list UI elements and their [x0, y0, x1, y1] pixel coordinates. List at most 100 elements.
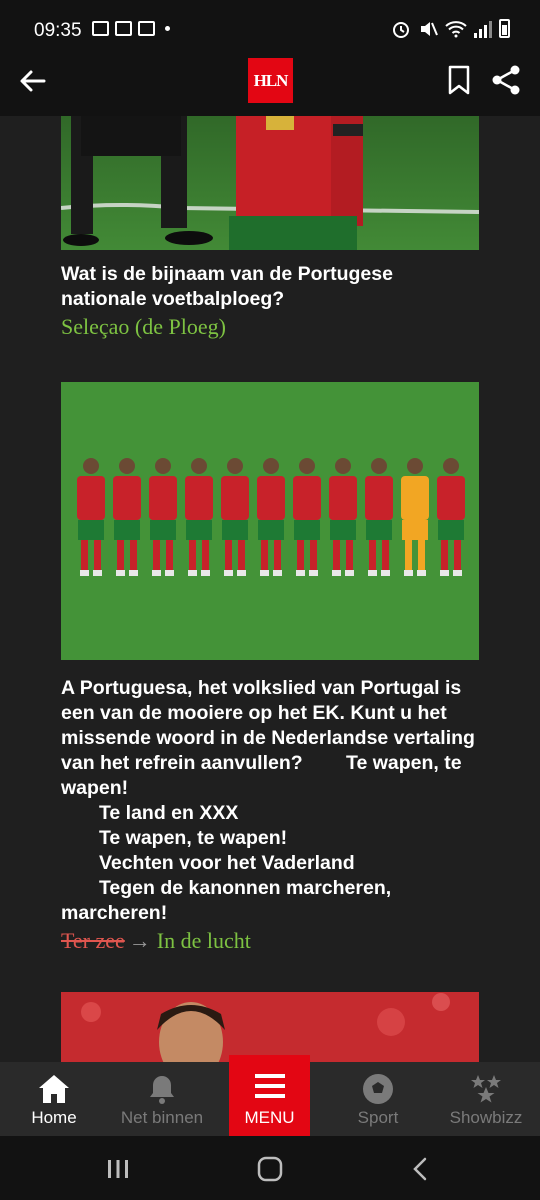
player-figure [417, 570, 426, 576]
player-figure [225, 540, 232, 570]
article-content[interactable]: Wat is de bijnaam van de Portugese natio… [0, 116, 540, 1062]
player-figure [227, 458, 243, 474]
signal-icon [474, 20, 492, 38]
player-figure [186, 520, 212, 540]
player-figure [258, 520, 284, 540]
player-figure [221, 476, 249, 520]
share-icon[interactable] [490, 64, 522, 96]
nav-sport[interactable]: Sport [324, 1062, 432, 1136]
player-figure [366, 520, 392, 540]
player-figure [224, 570, 233, 576]
player-figure [150, 520, 176, 540]
correct-answer: In de lucht [156, 928, 251, 953]
nav-showbizz[interactable]: Showbizz [432, 1062, 540, 1136]
home-button-icon[interactable] [256, 1156, 284, 1182]
bottom-navigation: Home Net binnen MENU Sport Showbizz [0, 1055, 540, 1136]
question-text: A Portuguesa, het volkslied van Portugal… [61, 677, 475, 924]
app-bar: HLN [0, 50, 540, 116]
player-figure [130, 540, 137, 570]
player-figure [440, 570, 449, 576]
player-figure [333, 540, 340, 570]
stars-icon [471, 1075, 501, 1103]
player-figure [330, 520, 356, 540]
status-time: 09:35 [34, 20, 82, 41]
player-figure [381, 570, 390, 576]
hln-logo[interactable]: HLN [248, 58, 293, 103]
player-figure [297, 540, 304, 570]
nav-net-binnen[interactable]: Net binnen [108, 1062, 216, 1136]
player-figure [155, 458, 171, 474]
player-figure [237, 570, 246, 576]
player-figure [438, 520, 464, 540]
gallery-icon [92, 21, 109, 36]
bookmark-icon[interactable] [446, 64, 472, 96]
wifi-icon [445, 20, 467, 37]
player-figure [443, 458, 459, 474]
mute-icon [421, 21, 438, 36]
player-figure [222, 520, 248, 540]
gmail-icon [115, 21, 132, 36]
player-figure [189, 540, 196, 570]
home-icon [39, 1075, 69, 1103]
player-figure [191, 458, 207, 474]
status-bar: 09:35 [0, 0, 540, 50]
nav-home[interactable]: Home [0, 1062, 108, 1136]
player-figure [274, 540, 281, 570]
player-figure [368, 570, 377, 576]
player-figure [78, 520, 104, 540]
nav-label: Net binnen [120, 1108, 204, 1127]
player-figure [166, 540, 173, 570]
nav-menu[interactable]: MENU [229, 1055, 310, 1136]
nav-label: Showbizz [449, 1108, 523, 1127]
player-figure [113, 476, 141, 520]
system-status-icons [391, 19, 510, 38]
back-arrow-icon[interactable] [16, 64, 50, 98]
battery-icon [499, 19, 510, 38]
nav-label: Sport [357, 1108, 399, 1127]
player-figure [77, 476, 105, 520]
soccer-ball-icon [363, 1074, 393, 1104]
player-figure [405, 540, 412, 570]
player-figure [257, 476, 285, 520]
answer-text: Seleçao (de Ploeg) [61, 314, 226, 339]
player-figure [117, 540, 124, 570]
player-figure [369, 540, 376, 570]
player-figure [114, 520, 140, 540]
more-notifications-icon [165, 26, 170, 31]
player-figure [441, 540, 448, 570]
back-button-icon[interactable] [410, 1156, 430, 1182]
player-figure [165, 570, 174, 576]
player-figure [329, 476, 357, 520]
player-figure [202, 540, 209, 570]
player-figure [437, 476, 465, 520]
player-figure [260, 570, 269, 576]
player-figure [263, 458, 279, 474]
player-figure [309, 570, 318, 576]
player-figure [294, 520, 320, 540]
recent-apps-icon[interactable] [106, 1158, 130, 1180]
player-figure [418, 540, 425, 570]
player-figure [273, 570, 282, 576]
wrong-answer: Ter zee [61, 928, 125, 953]
player-figure [299, 458, 315, 474]
player-figure [332, 570, 341, 576]
bell-icon [150, 1076, 174, 1104]
player-figure [83, 458, 99, 474]
player-figure [238, 540, 245, 570]
player-figure [454, 540, 461, 570]
player-figure [345, 570, 354, 576]
player-figure [188, 570, 197, 576]
player-figure [407, 458, 423, 474]
player-figure [94, 540, 101, 570]
player-figure [335, 458, 351, 474]
system-navigation-bar [0, 1136, 540, 1200]
player-figure [185, 476, 213, 520]
player-figure [152, 570, 161, 576]
player-figure [261, 540, 268, 570]
article-photo-ronaldo-pitch [61, 116, 479, 250]
player-figure [365, 476, 393, 520]
screen-icon [138, 21, 155, 36]
player-figure [149, 476, 177, 520]
player-figure [119, 458, 135, 474]
player-figure [81, 540, 88, 570]
